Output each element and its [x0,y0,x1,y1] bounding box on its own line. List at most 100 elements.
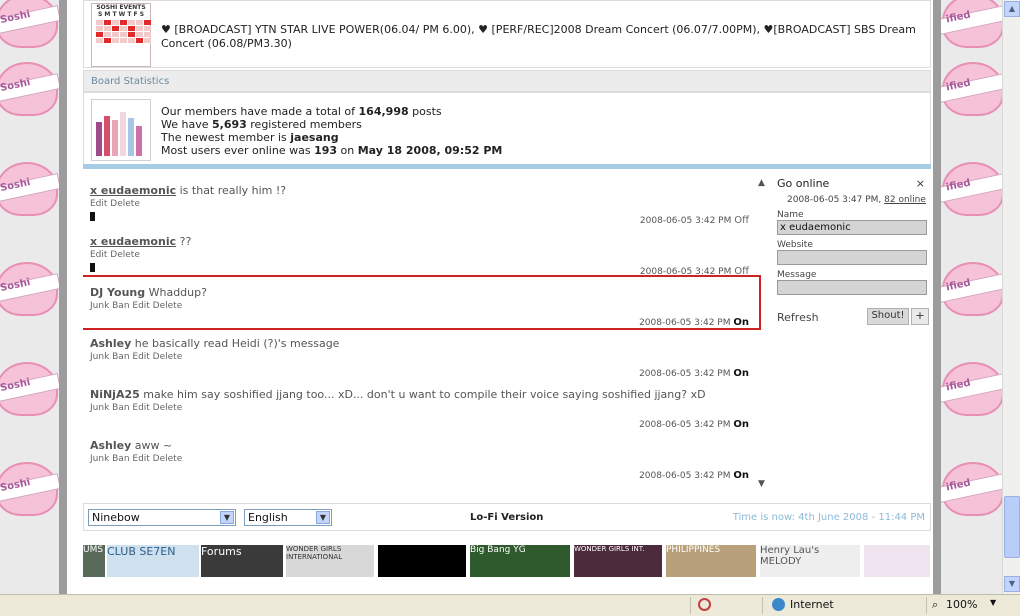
soshified-badge: ified [937,0,1002,48]
shout-timestamp: 2008-06-05 3:42 PM Off [639,215,749,226]
shout-actions[interactable]: Junk Ban Edit Delete [90,454,752,464]
registered-members: 5,693 [211,118,247,131]
soshified-badge: Soshi [0,358,61,416]
shout-message: make him say soshified jjang too... xD..… [139,388,706,401]
statistics-text: Our members have made a total of 164,998… [161,105,503,157]
lofi-version-link[interactable]: Lo-Fi Version [470,512,543,523]
scroll-down-button[interactable]: ▼ [1004,576,1020,592]
scroll-down-icon[interactable]: ▼ [758,479,765,489]
shout-actions[interactable]: Edit Delete [90,250,752,260]
affiliate-banner[interactable]: UMS [83,545,105,577]
popup-blocked-icon[interactable] [698,598,711,611]
security-zone: Internet [790,598,834,611]
zoom-icon: ⌕ [932,598,939,611]
shoutbox-form: Go online × 2008-06-05 3:47 PM, 82 onlin… [777,177,929,337]
shout-user-link[interactable]: NiNjA25 [90,388,140,401]
shout-entry: Ashley aww ~ Junk Ban Edit Delete 2008-0… [90,439,752,487]
affiliate-banner[interactable] [864,545,930,577]
soshified-badge: Soshi [0,158,61,216]
soshified-badge: ified [937,258,1002,316]
shout-actions[interactable]: Junk Ban Edit Delete [90,403,752,413]
chevron-down-icon: ▼ [220,511,234,524]
affiliate-banners: UMS CLUB SE7EN Forums WONDER GIRLS INTER… [83,545,931,577]
affiliate-banner[interactable] [378,545,466,577]
name-label: Name [777,210,804,220]
language-select[interactable]: English ▼ [244,509,332,526]
shout-message: he basically read Heidi (?)'s message [131,337,340,350]
shout-timestamp: 2008-06-05 3:42 PM On [639,419,749,430]
refresh-link[interactable]: Refresh [777,311,819,324]
soshified-badge: ified [937,458,1002,516]
section-divider [83,164,931,169]
max-online-count: 193 [314,144,338,157]
events-list[interactable]: ♥ [BROADCAST] YTN STAR LIVE POWER(06.04/… [161,23,926,51]
website-field[interactable] [777,250,927,265]
shout-entry: NiNjA25 make him say soshified jjang too… [90,388,752,436]
expand-button[interactable]: + [911,308,929,325]
events-calendar-image[interactable]: SOSHI EVENTS S M T W T F S [91,3,151,67]
affiliate-banner[interactable]: PHILIPPINES [666,545,756,577]
go-online-title: Go online [777,177,830,190]
shout-user-link[interactable]: Ashley [90,337,131,350]
shout-marker [90,212,95,221]
affiliate-banner[interactable]: Henry Lau's MELODY [760,545,860,577]
shout-button[interactable]: Shout! [867,308,909,325]
shout-actions[interactable]: Junk Ban Edit Delete [90,352,752,362]
zoom-level[interactable]: 100% [946,598,977,611]
affiliate-banner[interactable]: WONDER GIRLS INTERNATIONAL [286,545,374,577]
shout-user-link[interactable]: x eudaemonic [90,184,176,197]
shout-actions[interactable]: Edit Delete [90,199,752,209]
chevron-down-icon: ▼ [316,511,330,524]
events-calendar-caption: SOSHI EVENTS [96,4,146,11]
shout-user-link[interactable]: Ashley [90,439,131,452]
board-footer: Ninebow ▼ English ▼ Lo-Fi Version Time is … [83,503,931,531]
affiliate-banner[interactable]: Forums [201,545,283,577]
website-label: Website [777,240,813,250]
soshified-badge: Soshi [0,58,61,116]
total-posts: 164,998 [358,105,409,118]
shout-status: On [733,470,749,481]
soshified-badge: ified [937,58,1002,116]
online-info: 2008-06-05 3:47 PM, 82 online [787,195,926,205]
board-statistics-panel: Our members have made a total of 164,998… [83,92,931,165]
skin-select[interactable]: Ninebow ▼ [88,509,236,526]
message-label: Message [777,270,817,280]
zoom-dropdown-icon[interactable]: ▼ [990,598,996,607]
shout-status: On [733,419,749,430]
shout-status: On [733,368,749,379]
online-count-link[interactable]: 82 online [884,195,926,205]
events-calendar-grid [96,20,151,43]
close-icon[interactable]: × [916,177,925,190]
shout-message: ?? [176,235,192,248]
affiliate-banner[interactable]: Big Bang YG [470,545,570,577]
shout-entry: x eudaemonic is that really him !? Edit … [90,184,752,232]
scroll-up-icon[interactable]: ▲ [758,178,765,188]
scrollbar-thumb[interactable] [1004,496,1020,558]
events-panel: SOSHI EVENTS S M T W T F S ♥ [BROADCAST]… [83,0,931,68]
highlight-box [83,275,761,330]
shout-timestamp: 2008-06-05 3:42 PM On [639,470,749,481]
statistics-chart-icon [91,99,151,161]
newest-member-link[interactable]: jaesang [290,131,338,144]
scroll-up-button[interactable]: ▲ [1004,1,1020,17]
soshified-badge: ified [937,158,1002,216]
affiliate-banner[interactable]: WONDER GIRLS INT. [574,545,662,577]
events-calendar-days: S M T W T F S [97,11,145,18]
affiliate-banner[interactable]: CLUB SE7EN [107,545,199,577]
browser-status-bar: Internet ⌕ 100% ▼ [0,594,1020,616]
soshified-badge: Soshi [0,458,61,516]
shout-entry: Ashley he basically read Heidi (?)'s mes… [90,337,752,385]
max-online-date: May 18 2008, 09:52 PM [357,144,503,157]
shout-status: Off [734,215,749,226]
forum-page: SOSHI EVENTS S M T W T F S ♥ [BROADCAST]… [59,0,941,594]
shout-user-link[interactable]: x eudaemonic [90,235,176,248]
globe-icon [772,598,785,611]
window-scrollbar[interactable]: ▲ ▼ [1002,0,1020,594]
message-field[interactable] [777,280,927,295]
shout-timestamp: 2008-06-05 3:42 PM On [639,368,749,379]
soshified-badge: ified [937,358,1002,416]
name-field[interactable]: x eudaemonic [777,220,927,235]
soshified-badge: Soshi [0,258,61,316]
soshified-badge: Soshi [0,0,61,48]
shoutbox-list[interactable]: x eudaemonic is that really him !? Edit … [83,172,767,492]
